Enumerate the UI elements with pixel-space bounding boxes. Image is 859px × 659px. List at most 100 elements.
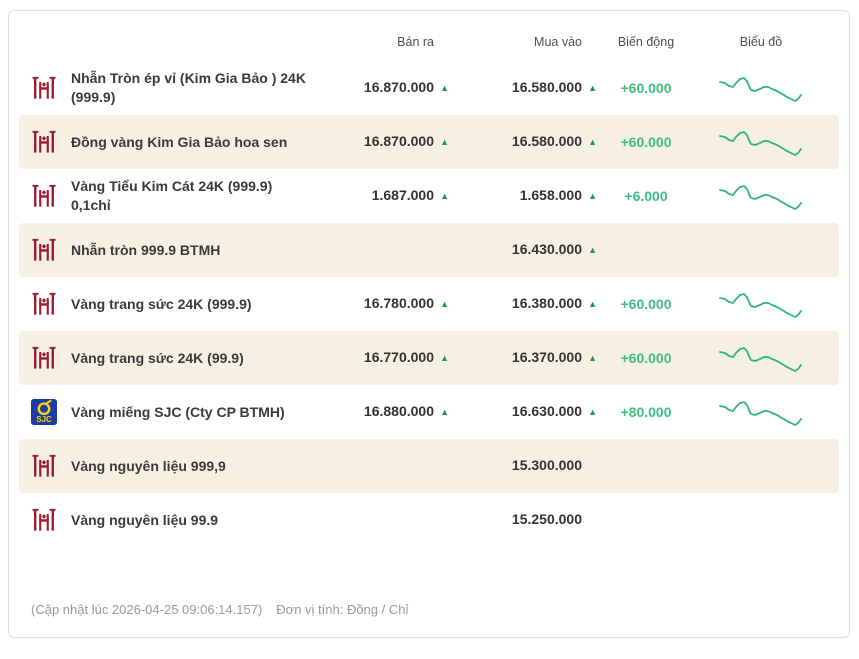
up-arrow-icon: ▲ <box>582 299 597 309</box>
sparkline-chart <box>695 288 827 320</box>
table-row: Vàng trang sức 24K (99.9) 16.770.000▲ 16… <box>19 331 839 385</box>
product-name: Vàng nguyên liệu 999,9 <box>71 457 226 476</box>
up-arrow-icon: ▲ <box>582 407 597 417</box>
product-cell: Nhẫn Tròn ép vỉ (Kim Gia Bảo ) 24K (999.… <box>31 69 331 107</box>
sell-price: 16.780.000 <box>364 295 434 311</box>
up-arrow-icon: ▲ <box>582 353 597 363</box>
btmh-logo-icon <box>31 452 57 480</box>
buy-price-cell: 16.430.000▲ <box>449 241 597 259</box>
sparkline-chart <box>695 126 827 158</box>
buy-price-cell: 16.380.000▲ <box>449 295 597 313</box>
change-value: +6.000 <box>597 188 695 204</box>
table-row: Nhẫn Tròn ép vỉ (Kim Gia Bảo ) 24K (999.… <box>19 61 839 115</box>
product-cell: Vàng trang sức 24K (999.9) <box>31 290 331 318</box>
updated-at-text: (Cập nhật lúc 2026-04-25 09:06:14.157) <box>31 602 262 617</box>
change-value: +60.000 <box>597 80 695 96</box>
up-arrow-icon: ▲ <box>434 407 449 417</box>
btmh-logo-icon <box>31 74 57 102</box>
sell-price-cell: 1.687.000▲ <box>331 187 449 205</box>
table-row: Vàng Tiểu Kim Cát 24K (999.9) 0,1chỉ 1.6… <box>19 169 839 223</box>
header-chart: Biểu đồ <box>695 35 827 49</box>
change-value: +60.000 <box>597 296 695 312</box>
buy-price: 16.380.000 <box>512 295 582 311</box>
table-body: Nhẫn Tròn ép vỉ (Kim Gia Bảo ) 24K (999.… <box>19 61 839 547</box>
sell-price: 1.687.000 <box>372 187 434 203</box>
product-cell: Vàng Tiểu Kim Cát 24K (999.9) 0,1chỉ <box>31 177 331 215</box>
product-name: Vàng nguyên liệu 99.9 <box>71 511 218 530</box>
buy-price-cell: 16.630.000▲ <box>449 403 597 421</box>
up-arrow-icon: ▲ <box>434 353 449 363</box>
buy-price: 15.250.000 <box>512 511 582 527</box>
up-arrow-icon: ▲ <box>582 191 597 201</box>
sell-price-cell: 16.870.000▲ <box>331 133 449 151</box>
btmh-logo-icon <box>31 506 57 534</box>
product-cell: SJC Vàng miếng SJC (Cty CP BTMH) <box>31 398 331 426</box>
header-change: Biến động <box>597 35 695 49</box>
btmh-logo-icon <box>31 344 57 372</box>
product-name: Vàng trang sức 24K (99.9) <box>71 349 244 368</box>
up-arrow-icon: ▲ <box>434 83 449 93</box>
product-cell: Đồng vàng Kim Gia Bảo hoa sen <box>31 128 331 156</box>
sell-price-cell <box>331 457 449 475</box>
table-row: Vàng trang sức 24K (999.9) 16.780.000▲ 1… <box>19 277 839 331</box>
sell-price-cell <box>331 511 449 529</box>
product-name: Nhẫn Tròn ép vỉ (Kim Gia Bảo ) 24K (999.… <box>71 69 306 107</box>
header-sell: Bán ra <box>331 35 449 49</box>
sparkline-chart <box>695 342 827 374</box>
up-arrow-icon: ▲ <box>434 137 449 147</box>
buy-price: 15.300.000 <box>512 457 582 473</box>
sjc-logo-icon: SJC <box>31 398 57 426</box>
btmh-logo-icon <box>31 236 57 264</box>
product-cell: Vàng nguyên liệu 99.9 <box>31 506 331 534</box>
up-arrow-icon: ▲ <box>582 137 597 147</box>
buy-price-cell: 16.580.000▲ <box>449 79 597 97</box>
buy-price: 16.580.000 <box>512 79 582 95</box>
buy-price: 16.430.000 <box>512 241 582 257</box>
table-row: SJC Vàng miếng SJC (Cty CP BTMH) 16.880.… <box>19 385 839 439</box>
product-cell: Nhẫn tròn 999.9 BTMH <box>31 236 331 264</box>
sparkline-chart <box>695 72 827 104</box>
buy-price: 16.580.000 <box>512 133 582 149</box>
unit-text: Đơn vị tính: Đồng / Chỉ <box>276 602 408 617</box>
sell-price: 16.880.000 <box>364 403 434 419</box>
btmh-logo-icon <box>31 128 57 156</box>
sparkline-chart <box>695 180 827 212</box>
header-buy: Mua vào <box>449 35 597 49</box>
table-header-row: Bán ra Mua vào Biến động Biểu đồ <box>19 11 839 61</box>
table-row: Nhẫn tròn 999.9 BTMH 16.430.000▲ <box>19 223 839 277</box>
buy-price-cell: 1.658.000▲ <box>449 187 597 205</box>
buy-price-cell: 15.300.000 <box>449 457 597 475</box>
change-value: +80.000 <box>597 404 695 420</box>
buy-price: 16.370.000 <box>512 349 582 365</box>
table-row: Vàng nguyên liệu 99.9 15.250.000 <box>19 493 839 547</box>
gold-price-table-card: Bán ra Mua vào Biến động Biểu đồ Nhẫn Tr… <box>8 10 850 638</box>
sell-price: 16.870.000 <box>364 79 434 95</box>
buy-price: 16.630.000 <box>512 403 582 419</box>
product-cell: Vàng trang sức 24K (99.9) <box>31 344 331 372</box>
up-arrow-icon: ▲ <box>434 191 449 201</box>
buy-price: 1.658.000 <box>520 187 582 203</box>
product-cell: Vàng nguyên liệu 999,9 <box>31 452 331 480</box>
buy-price-cell: 16.370.000▲ <box>449 349 597 367</box>
btmh-logo-icon <box>31 290 57 318</box>
product-name: Đồng vàng Kim Gia Bảo hoa sen <box>71 133 287 152</box>
product-name: Vàng miếng SJC (Cty CP BTMH) <box>71 403 285 422</box>
sell-price-cell: 16.780.000▲ <box>331 295 449 313</box>
buy-price-cell: 16.580.000▲ <box>449 133 597 151</box>
product-name: Vàng Tiểu Kim Cát 24K (999.9) 0,1chỉ <box>71 177 272 215</box>
change-value: +60.000 <box>597 134 695 150</box>
up-arrow-icon: ▲ <box>582 245 597 255</box>
btmh-logo-icon <box>31 182 57 210</box>
sell-price-cell: 16.770.000▲ <box>331 349 449 367</box>
table-footer: (Cập nhật lúc 2026-04-25 09:06:14.157) Đ… <box>19 586 839 637</box>
up-arrow-icon: ▲ <box>434 299 449 309</box>
sell-price: 16.870.000 <box>364 133 434 149</box>
buy-price-cell: 15.250.000 <box>449 511 597 529</box>
svg-text:SJC: SJC <box>36 415 52 424</box>
table-row: Đồng vàng Kim Gia Bảo hoa sen 16.870.000… <box>19 115 839 169</box>
sell-price-cell: 16.880.000▲ <box>331 403 449 421</box>
sell-price: 16.770.000 <box>364 349 434 365</box>
up-arrow-icon: ▲ <box>582 83 597 93</box>
sell-price-cell <box>331 241 449 259</box>
product-name: Vàng trang sức 24K (999.9) <box>71 295 252 314</box>
